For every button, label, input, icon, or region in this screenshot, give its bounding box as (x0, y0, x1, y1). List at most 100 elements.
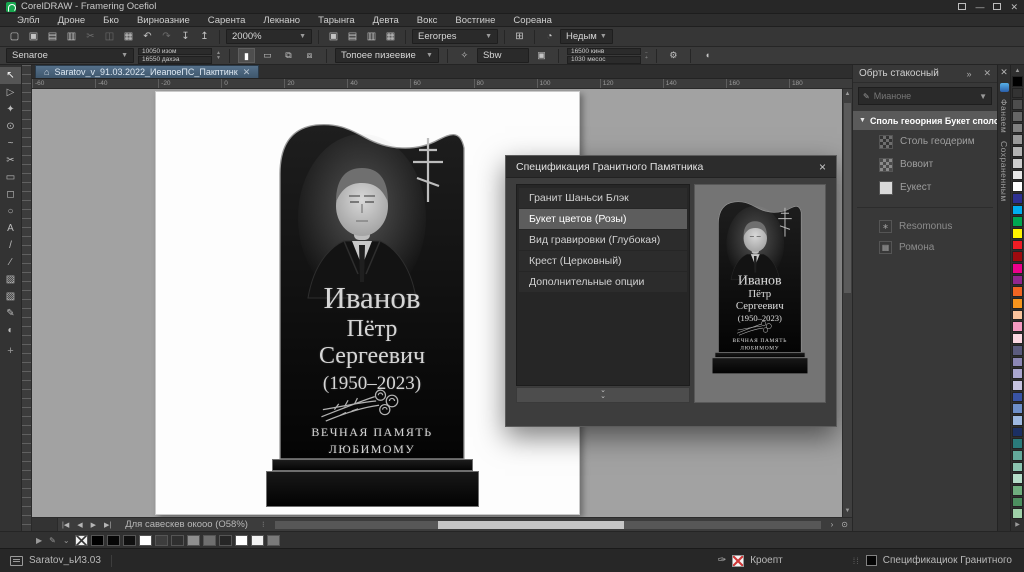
vertical-ruler[interactable] (22, 65, 32, 531)
portrait-page-button[interactable]: ▮ (238, 48, 255, 63)
toolbar-icon[interactable]: ↧ (177, 29, 194, 45)
palette-color-swatch[interactable] (1012, 427, 1023, 438)
palette-flyout-icon[interactable]: ▶ (1012, 520, 1023, 530)
tool-icon[interactable]: / (0, 237, 21, 254)
menu-item[interactable]: Вокс (408, 15, 447, 26)
palette-color-swatch[interactable] (1012, 228, 1023, 239)
view-mode-icon[interactable]: ▦ (382, 29, 399, 45)
position-x-field[interactable]: 10050 изом (138, 48, 212, 56)
palette-color-swatch[interactable] (1012, 380, 1023, 391)
page-preset-select[interactable]: Senaroe ▼ (6, 48, 134, 63)
horizontal-ruler[interactable]: -60-40-20020406080100120140160180 (32, 79, 852, 89)
toolbar-icon[interactable]: ↷ (158, 29, 175, 45)
fill-status[interactable]: ⁞⁞ Спецификациок Гранитного (853, 555, 1012, 566)
palette-color-swatch[interactable] (1012, 134, 1023, 145)
tray-color-swatch[interactable] (219, 535, 232, 546)
lock-ratio-icon[interactable]: ▣ (533, 48, 550, 63)
scroll-down-icon[interactable]: ▼ (843, 506, 852, 517)
tray-color-swatch[interactable] (203, 535, 216, 546)
menu-item[interactable]: Сарента (199, 15, 255, 26)
palette-color-swatch[interactable] (1012, 181, 1023, 192)
palette-color-swatch[interactable] (1012, 240, 1023, 251)
page-nav-button[interactable]: ▶| (100, 521, 115, 529)
toolbar-icon[interactable]: ✂ (82, 29, 99, 45)
menu-item[interactable]: Элбл (8, 15, 49, 26)
palette-color-swatch[interactable] (1012, 403, 1023, 414)
menu-item[interactable]: Востгине (446, 15, 504, 26)
width-field[interactable]: 16500 кинв (567, 48, 641, 56)
specification-list-item[interactable]: Вид гравировки (Глубокая) (519, 230, 687, 250)
tool-icon[interactable]: ✂ (0, 152, 21, 169)
strip-close-icon[interactable]: ✕ (1000, 65, 1008, 79)
palette-color-swatch[interactable] (1012, 450, 1023, 461)
tray-color-swatch[interactable] (107, 535, 120, 546)
tool-icon[interactable]: ⊙ (0, 118, 21, 135)
layer-row[interactable]: Вовоит (853, 153, 997, 176)
palette-color-swatch[interactable] (1012, 99, 1023, 110)
docker-expand-icon[interactable]: » (960, 69, 971, 79)
minimize-button[interactable]: — (975, 2, 984, 12)
horizontal-scroll-thumb[interactable] (438, 521, 624, 529)
toolbar-icon[interactable]: ▢ (6, 29, 23, 45)
preset-select[interactable]: Eerorpes ▼ (412, 29, 498, 44)
outline-status[interactable]: ✑ Кроепт (718, 555, 783, 567)
toolbar-icon[interactable]: ◫ (101, 29, 118, 45)
position-y-field[interactable]: 16550 дахэа (138, 56, 212, 64)
tool-icon[interactable]: ▨ (0, 271, 21, 288)
tool-icon[interactable]: ▷ (0, 84, 21, 101)
palette-color-swatch[interactable] (1012, 216, 1023, 227)
docker-extra-row[interactable]: ∗ Resomonus (853, 216, 997, 237)
dialog-close-icon[interactable]: × (819, 160, 826, 174)
vertical-scrollbar[interactable]: ▲ ▼ (842, 89, 852, 517)
view-mode-icon[interactable]: ▣ (325, 29, 342, 45)
toolbar-icon[interactable]: ▤ (44, 29, 61, 45)
menu-item[interactable]: Сореана (504, 15, 561, 26)
chevron-down-icon[interactable]: ⌄ (61, 536, 72, 545)
specification-list-item[interactable]: Дополнительные опции (519, 272, 687, 292)
palette-color-swatch[interactable] (1012, 357, 1023, 368)
nudge-field[interactable]: Sbw (477, 48, 529, 63)
view-mode-icon[interactable]: ▤ (344, 29, 361, 45)
tray-color-swatch[interactable] (75, 535, 88, 546)
palette-color-swatch[interactable] (1012, 146, 1023, 157)
palette-color-swatch[interactable] (1012, 251, 1023, 262)
toolbar-icon[interactable]: ↥ (196, 29, 213, 45)
layers-button[interactable]: ⧉ (280, 48, 297, 63)
menu-item[interactable]: Тарынга (309, 15, 364, 26)
layer-group-header[interactable]: ▼ Споль геоорния Букет сполоиванный (853, 111, 997, 130)
palette-color-swatch[interactable] (1012, 485, 1023, 496)
tray-color-swatch[interactable] (139, 535, 152, 546)
palette-color-swatch[interactable] (1012, 321, 1023, 332)
drawing-canvas[interactable]: Иванов Пётр Сергеевич (1950–2023) ВЕЧНАЯ… (32, 89, 842, 517)
tray-color-swatch[interactable] (123, 535, 136, 546)
docker-side-tab[interactable]: Сохраненным (999, 141, 1009, 202)
layer-row[interactable]: Еукест (853, 176, 997, 199)
tray-expand-icon[interactable]: ▶ (34, 536, 44, 545)
docker-side-tab[interactable]: Фанаем (999, 99, 1009, 133)
tool-icon[interactable]: ~ (0, 135, 21, 152)
drawing-units-select[interactable]: Топоее пизеевие ▼ (335, 48, 439, 63)
layer-row[interactable]: Столь геодерим (853, 130, 997, 153)
docker-extra-row[interactable]: ▦ Ромона (853, 237, 997, 258)
tool-icon[interactable]: ○ (0, 203, 21, 220)
tab-close-icon[interactable]: ✕ (243, 67, 251, 78)
page-nav-button[interactable]: |◀ (58, 521, 73, 529)
tray-color-swatch[interactable] (155, 535, 168, 546)
page-nav-button[interactable]: ▶ (87, 521, 100, 529)
tool-icon[interactable]: ↖ (0, 67, 21, 84)
zoom-level-select[interactable]: 2000% ▼ (226, 29, 312, 44)
specification-list-item[interactable]: Букет цветов (Розы) (519, 209, 687, 229)
toolbar-icon[interactable]: ▦ (120, 29, 137, 45)
palette-color-swatch[interactable] (1012, 275, 1023, 286)
window-layout-icon[interactable]: ⊞ (511, 29, 528, 45)
tray-color-swatch[interactable] (187, 535, 200, 546)
list-scroll-down-button[interactable]: ⌄ ⌄ (516, 387, 690, 403)
horizontal-scrollbar[interactable] (275, 521, 821, 529)
dimension-steppers[interactable]: −+ (645, 51, 648, 61)
palette-color-swatch[interactable] (1012, 392, 1023, 403)
tablet-mode-icon[interactable] (958, 3, 966, 10)
palette-color-swatch[interactable] (1012, 415, 1023, 426)
menu-item[interactable]: Девта (364, 15, 408, 26)
palette-color-swatch[interactable] (1012, 333, 1023, 344)
scroll-up-icon[interactable]: ▲ (843, 89, 852, 100)
